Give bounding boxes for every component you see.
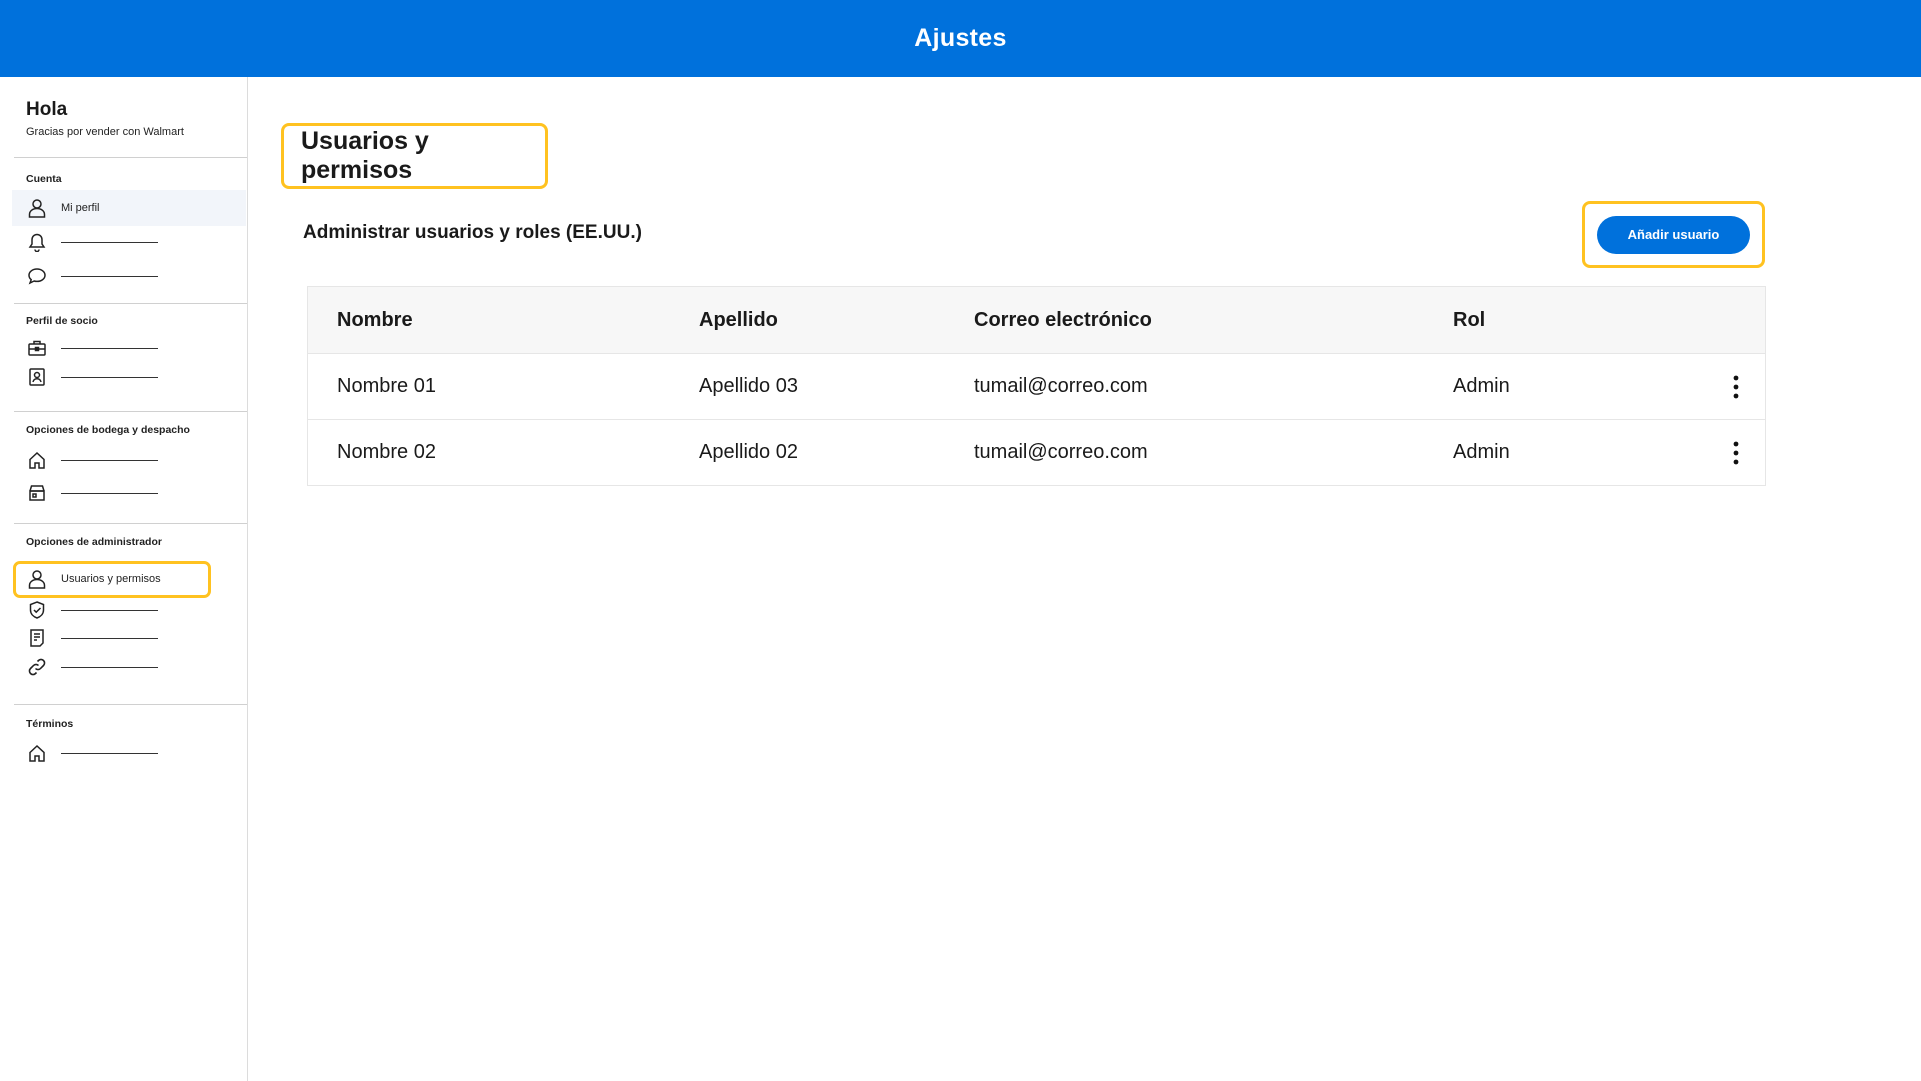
sidebar-greeting: Hola Gracias por vender con Walmart [26,99,184,138]
column-header-apellido[interactable]: Apellido [699,287,778,353]
placeholder-line [61,666,158,668]
cell-correo: tumail@correo.com [974,375,1148,397]
divider [14,303,247,304]
link-icon [26,656,48,678]
placeholder-line [61,347,158,349]
app-title: Ajustes [914,24,1007,52]
placeholder-line [61,376,158,378]
sidebar-item-warehouse[interactable] [12,442,246,478]
column-header-nombre[interactable]: Nombre [337,287,413,353]
briefcase-icon [26,337,48,359]
top-bar: Ajustes [0,0,1921,77]
section-title-terminos: Términos [26,718,74,730]
table-row[interactable]: Nombre 02 Apellido 02 tumail@correo.com … [308,420,1765,485]
divider [14,523,247,524]
add-user-button[interactable]: Añadir usuario [1597,215,1750,254]
cell-rol: Admin [1453,441,1510,463]
cell-apellido: Apellido 02 [699,441,798,463]
section-title-administrador: Opciones de administrador [26,536,162,548]
users-table: Nombre Apellido Correo electrónico Rol N… [307,286,1766,486]
column-header-correo[interactable]: Correo electrónico [974,287,1152,353]
placeholder-line [61,637,158,639]
cell-correo: tumail@correo.com [974,441,1148,463]
shield-check-icon [26,599,48,621]
placeholder-line [61,241,158,243]
sidebar-item-identity[interactable] [12,359,246,395]
sidebar-item-integrations[interactable] [12,649,246,685]
sidebar-item-mi-perfil[interactable]: Mi perfil [12,190,246,226]
bell-icon [26,231,48,253]
page-title-text: Usuarios y permisos [301,127,429,184]
cell-apellido: Apellido 03 [699,375,798,397]
column-header-rol[interactable]: Rol [1453,287,1485,353]
table-row[interactable]: Nombre 01 Apellido 03 tumail@correo.com … [308,354,1765,420]
divider [14,704,247,705]
cell-rol: Admin [1453,375,1510,397]
user-icon [26,197,48,219]
greeting-subtitle: Gracias por vender con Walmart [26,126,184,138]
sidebar-item-label: Usuarios y permisos [61,573,161,585]
divider [14,411,247,412]
section-subtitle: Administrar usuarios y roles (EE.UU.) [303,222,642,243]
more-options-icon[interactable] [1726,374,1746,400]
sidebar-item-label: Mi perfil [61,202,100,214]
placeholder-line [61,459,158,461]
home-icon [26,742,48,764]
highlight-frame: Añadir usuario [1582,201,1765,268]
id-badge-icon [26,366,48,388]
placeholder-line [61,609,158,611]
placeholder-line [61,275,158,277]
cell-nombre: Nombre 02 [337,441,436,463]
section-title-cuenta: Cuenta [26,173,62,185]
sidebar-item-store[interactable] [12,475,246,511]
cell-nombre: Nombre 01 [337,375,436,397]
sidebar: Hola Gracias por vender con Walmart Cuen… [0,77,248,1081]
placeholder-line [61,752,158,754]
store-icon [26,482,48,504]
table-header-row: Nombre Apellido Correo electrónico Rol [308,287,1765,354]
sidebar-item-notifications[interactable] [12,224,246,260]
user-icon [26,568,48,590]
sidebar-item-terms[interactable] [12,735,246,771]
document-icon [26,627,48,649]
divider [14,157,247,158]
more-options-icon[interactable] [1726,440,1746,466]
page-title: Usuarios y permisos [281,123,548,189]
chat-bubble-icon [26,265,48,287]
sidebar-item-messages[interactable] [12,258,246,294]
section-title-bodega-despacho: Opciones de bodega y despacho [26,424,190,436]
greeting-title: Hola [26,99,68,120]
placeholder-line [61,492,158,494]
section-title-perfil-de-socio: Perfil de socio [26,315,98,327]
home-icon [26,449,48,471]
